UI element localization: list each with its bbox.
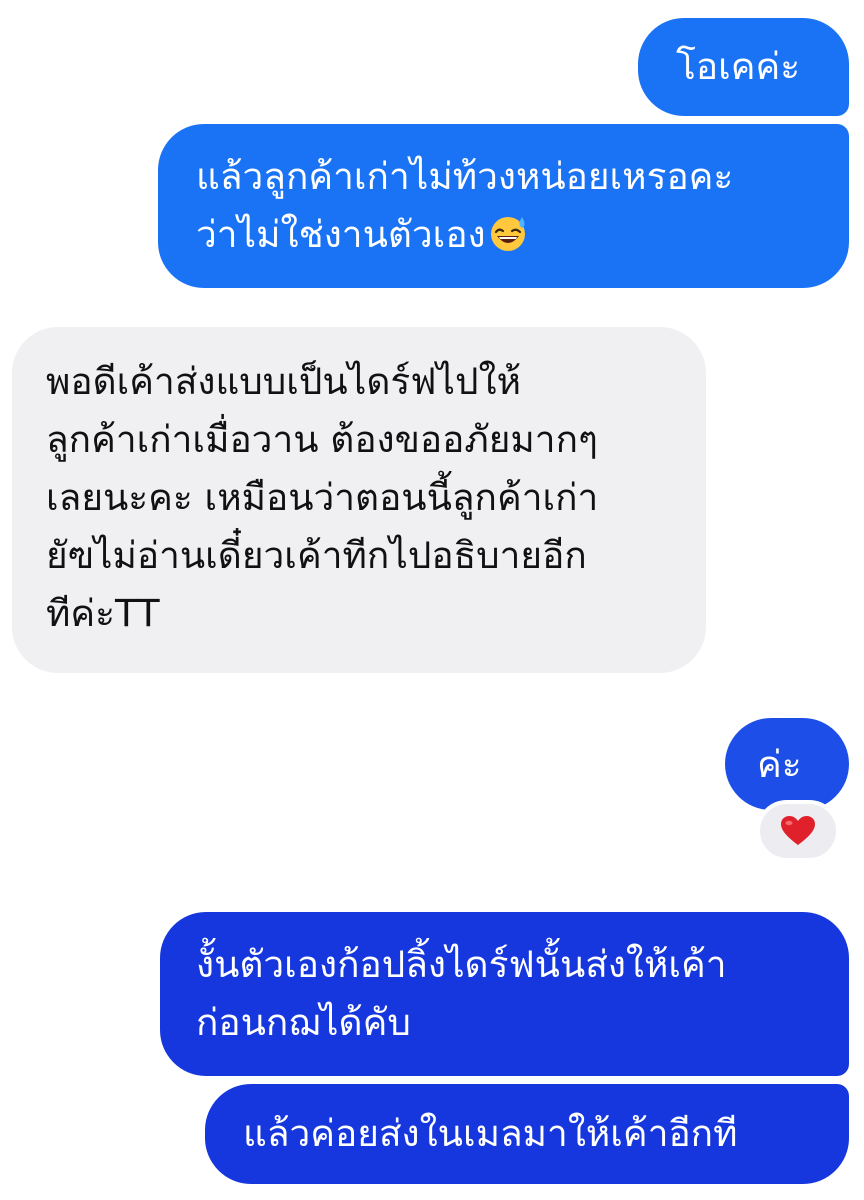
chat-thread: โอเคค่ะ แล้วลูกค้าเก่าไม่ท้วงหน่อยเหรอคะ… (0, 0, 864, 1200)
message-text: แล้วค่อยส่งในเมลมาให้เค้าอีกที (243, 1112, 738, 1155)
message-bubble-outgoing[interactable]: งั้นตัวเองก้อปลิ้งไดร์ฟนั้นส่งให้เค้า ก่… (160, 912, 849, 1076)
message-text-line: ว่าไม่ใช่งานตัวเอง (196, 206, 849, 264)
message-text: ทีค่ะTT (46, 592, 160, 635)
message-bubble-outgoing[interactable]: แล้วค่อยส่งในเมลมาให้เค้าอีกที (205, 1084, 849, 1184)
red-heart-icon (781, 816, 815, 845)
message-reaction[interactable] (756, 800, 840, 862)
message-bubble-incoming[interactable]: พอดีเค้าส่งแบบเป็นไดร์ฟไปให้ ลูกค้าเก่าเ… (12, 327, 706, 673)
message-bubble-outgoing[interactable]: โอเคค่ะ (638, 18, 849, 116)
message-text: ก่อนกฌได้คับ (196, 1001, 411, 1044)
message-text: แล้วลูกค้าเก่าไม่ท้วงหน่อยเหรอคะ (196, 155, 734, 198)
message-text: โอเคค่ะ (676, 45, 801, 88)
message-text: เลยนะคะ เหมือนว่าตอนนี้ลูกค้าเก่า (46, 476, 599, 519)
message-bubble-outgoing[interactable]: ค่ะ (725, 718, 849, 810)
message-text: ลูกค้าเก่าเมื่อวาน ต้องขออภัยมากๆ (46, 418, 598, 461)
message-text: ว่าไม่ใช่งานตัวเอง (196, 213, 486, 256)
message-text: ยัฃไม่อ่านเดี๋ยวเค้าทีกไปอธิบายอีก (46, 534, 587, 577)
message-text: พอดีเค้าส่งแบบเป็นไดร์ฟไปให้ (46, 360, 521, 403)
message-bubble-outgoing[interactable]: แล้วลูกค้าเก่าไม่ท้วงหน่อยเหรอคะ ว่าไม่ใ… (158, 124, 849, 288)
message-text: งั้นตัวเองก้อปลิ้งไดร์ฟนั้นส่งให้เค้า (196, 943, 727, 986)
message-text: ค่ะ (757, 743, 802, 786)
grinning-sweat-emoji-icon (490, 217, 525, 251)
